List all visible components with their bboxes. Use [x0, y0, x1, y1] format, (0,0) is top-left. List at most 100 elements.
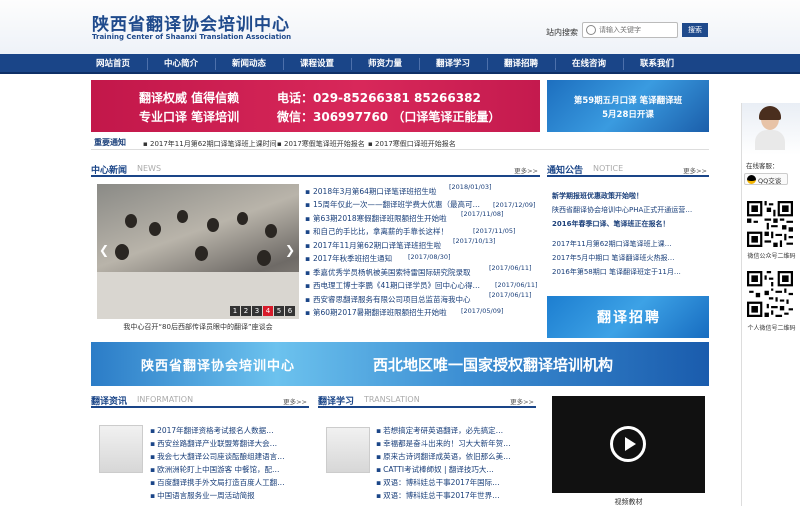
important-notice-bar: 重要通知 ▪ 2017年11月第62期口译笔译班上课时间 ▪ 2017寒假笔译班…	[91, 136, 709, 150]
study-item[interactable]: ▪ CATTI考试棒師奴 | 翻译技巧大…	[376, 464, 494, 475]
study-item[interactable]: ▪ 双语：博科娃总干事2017年国际…	[376, 477, 500, 488]
nav-news[interactable]: 新闻动态	[215, 54, 283, 74]
more-link[interactable]: 更多>>	[514, 165, 538, 175]
news-item[interactable]: ▪ 第60期2017暑期翻译班限额招生开始啦 [2017/05/09]	[303, 307, 539, 319]
site-logo-title[interactable]: 陕西省翻译协会培训中心	[92, 10, 290, 35]
play-icon[interactable]	[610, 426, 646, 462]
video-player[interactable]	[552, 396, 705, 493]
section-subtitle: TRANSLATION	[364, 395, 420, 404]
news-item[interactable]: ▪ 西安睿思翻译服务有限公司项目总监苗海我中心 [2017/06/11]	[303, 291, 539, 306]
section-subtitle: NOTICE	[593, 164, 624, 173]
news-item[interactable]: ▪ 15周年仅此一次——翻译班学费大优惠（最高可… [2017/12/09]	[303, 199, 539, 211]
info-item[interactable]: ▪ 我会七大翻译公司座谈酝酿组建语言…	[150, 451, 285, 462]
announcement-item[interactable]: 新学期报班优惠政策开始啦！	[552, 191, 708, 201]
nav-teachers[interactable]: 师资力量	[351, 54, 419, 74]
nav-courses[interactable]: 课程设置	[283, 54, 351, 74]
banner-phone: 电话：029-85266381 85266382	[277, 91, 481, 105]
section-title: 翻译学习	[318, 397, 355, 407]
info-item[interactable]: ▪ 百度翻译携手外文局打造百度人工翻…	[150, 477, 285, 488]
section-title: 翻译资讯	[91, 397, 128, 407]
search-input[interactable]	[599, 24, 675, 36]
slider-dot-active[interactable]: 4	[263, 306, 273, 316]
banner-wechat: 微信：306997760 （口译笔译正能量）	[277, 110, 501, 124]
nav-consult[interactable]: 在线咨询	[555, 54, 623, 74]
qr-caption: 微信公众号二维码	[747, 253, 796, 260]
banner-slogan-1: 翻译权威 值得信赖	[139, 91, 240, 105]
announcement-item[interactable]: 陕西省翻译协会培训中心PHA正式开通运营…	[552, 205, 708, 215]
announcements-header: 通知公告 NOTICE 更多>>	[547, 161, 709, 177]
notice-link[interactable]: ▪ 2017寒假笔译班开始报名	[277, 139, 365, 149]
announcement-item[interactable]: 2017年11月第62期口译笔译班上课…	[552, 239, 708, 249]
recruit-banner[interactable]: 翻译招聘	[547, 296, 709, 338]
photo-caption: 我中心召开“80后西部传译员眼中的翻译”座谈会	[123, 323, 273, 331]
slider-dot[interactable]: 6	[285, 306, 295, 316]
online-service-label: 在线客服：	[746, 162, 779, 170]
recruit-banner-text: 翻译招聘	[597, 310, 661, 326]
news-item[interactable]: ▪ 2017年11月第62期口译笔译班招生啦 [2017/10/13]	[303, 237, 539, 252]
nav-study[interactable]: 翻译学习	[419, 54, 487, 74]
section-subtitle: INFORMATION	[137, 395, 194, 404]
qq-chat-label: QQ交谈	[758, 177, 782, 185]
side-banner-line2: 5月28日开课	[602, 110, 654, 120]
study-thumbnail[interactable]	[326, 427, 370, 473]
more-link[interactable]: 更多>>	[683, 165, 707, 175]
slider-prev-icon[interactable]: ❮	[99, 244, 111, 256]
info-item[interactable]: ▪ 西安丝路翻译产业联盟筹翻译大会…	[150, 438, 277, 449]
slider-dot[interactable]: 1	[230, 306, 240, 316]
translation-info-header: 翻译资讯 INFORMATION 更多>>	[91, 392, 309, 408]
more-link[interactable]: 更多>>	[510, 396, 534, 406]
news-photo-slider[interactable]: ❮ ❯ 123456	[97, 184, 299, 319]
customer-service-panel: 在线客服： QQ交谈 微信公众号二维码 个人微信号二维码	[741, 103, 800, 506]
main-nav: 网站首页 中心简介 新闻动态 课程设置 师资力量 翻译学习 翻译招聘 在线咨询 …	[0, 54, 800, 74]
info-item[interactable]: ▪ 2017年翻译资格考试报名人数据…	[150, 425, 274, 436]
study-item[interactable]: ▪ 原来古诗词翻译成英语，依旧那么美…	[376, 451, 511, 462]
section-title: 中心新闻	[91, 166, 128, 176]
side-ad-banner[interactable]: 第59期五月口译 笔译翻译班 5月28日开课	[547, 80, 709, 132]
news-item[interactable]: ▪ 和自己的手比比，拿离薪的手靠长这样！ [2017/11/05]	[303, 226, 539, 238]
search-label: 站内搜索	[546, 28, 578, 37]
nav-contact[interactable]: 联系我们	[623, 54, 691, 74]
qr-caption: 个人微信号二维码	[747, 325, 796, 332]
slider-next-icon[interactable]: ❯	[285, 244, 297, 256]
site-logo-subtitle: Training Center of Shaanxi Translation A…	[92, 33, 292, 41]
qq-chat-button[interactable]: QQ交谈	[744, 173, 788, 185]
important-notice-label: 重要通知	[94, 138, 126, 147]
wide-ad-banner[interactable]: 陕西省翻译协会培训中心 西北地区唯一国家授权翻译培训机构	[91, 342, 709, 386]
section-subtitle: NEWS	[137, 164, 162, 173]
notice-link[interactable]: ▪ 2017年11月第62期口译笔译班上课时间	[143, 139, 277, 149]
news-item[interactable]: ▪ 第63期2018寒假翻译班限额招生开始啦 [2017/11/08]	[303, 210, 539, 225]
center-news-header: 中心新闻 NEWS 更多>>	[91, 161, 540, 177]
slider-dot[interactable]: 5	[274, 306, 284, 316]
slider-dot[interactable]: 2	[241, 306, 251, 316]
main-ad-banner[interactable]: 翻译权威 值得信赖 专业口译 笔译培训 电话：029-85266381 8526…	[91, 80, 540, 132]
section-title: 通知公告	[547, 166, 584, 176]
nav-about[interactable]: 中心简介	[147, 54, 215, 74]
translation-study-header: 翻译学习 TRANSLATION 更多>>	[318, 392, 536, 408]
info-thumbnail[interactable]	[99, 425, 143, 473]
wide-banner-left: 陕西省翻译协会培训中心	[141, 359, 296, 374]
wide-banner-right: 西北地区唯一国家授权翻译培训机构	[373, 356, 614, 374]
side-banner-line1: 第59期五月口译 笔译翻译班	[573, 96, 683, 106]
study-item[interactable]: ▪ 若想搞定考研英语翻译，必先搞定…	[376, 425, 503, 436]
search-button[interactable]: 搜索	[682, 23, 708, 37]
news-item[interactable]: ▪ 2018年3月第64期口译笔译班招生啦 [2018/01/03]	[303, 183, 539, 198]
news-item[interactable]: ▪ 季嘉优秀学员杨帆被美国索特雷国际研究院录取 [2017/06/11]	[303, 264, 539, 279]
wechat-personal-qr-code	[747, 270, 793, 318]
info-item[interactable]: ▪ 中国语言服务业一周活动简报	[150, 490, 255, 501]
info-item[interactable]: ▪ 欧洲洲轮盯上中国游客 中餐馆，配…	[150, 464, 279, 475]
study-item[interactable]: ▪ 双语：博科娃总干事2017年世界…	[376, 490, 500, 501]
announcement-item[interactable]: 2017年5月中期口 笔译翻译班火热报…	[552, 253, 708, 263]
qq-penguin-icon	[747, 175, 756, 184]
slider-dot[interactable]: 3	[252, 306, 262, 316]
search-icon	[586, 25, 596, 35]
notice-link[interactable]: ▪ 2017寒假口译班开始报名	[368, 139, 456, 149]
nav-recruit[interactable]: 翻译招聘	[487, 54, 555, 74]
announcement-item[interactable]: 2016年春季口译、笔译班正在报名！	[552, 219, 708, 229]
wechat-official-qr-code	[747, 200, 793, 248]
announcement-item[interactable]: 2016年第58期口 笔译翻译班定于11月…	[552, 267, 708, 277]
more-link[interactable]: 更多>>	[283, 396, 307, 406]
customer-service-avatar-icon	[753, 106, 787, 150]
search-box	[582, 22, 678, 38]
study-item[interactable]: ▪ 幸福都是奋斗出来的！习大大新年贺…	[376, 438, 511, 449]
nav-home[interactable]: 网站首页	[79, 54, 147, 74]
